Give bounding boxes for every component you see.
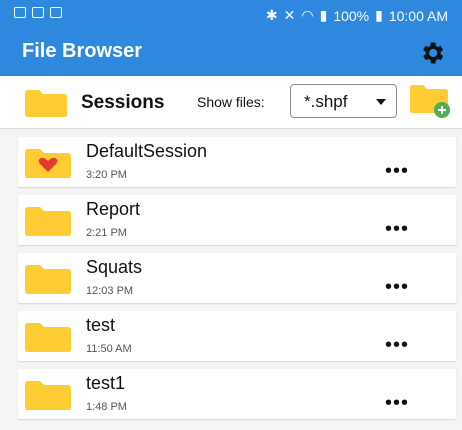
show-files-label: Show files: <box>197 94 265 110</box>
more-icon[interactable]: ••• <box>385 393 409 413</box>
list-item[interactable]: Squats 12:03 PM ••• <box>18 253 456 303</box>
list-item[interactable]: DefaultSession 3:20 PM ••• <box>18 137 456 187</box>
file-time: 1:48 PM <box>86 401 127 413</box>
file-list: DefaultSession 3:20 PM ••• Report 2:21 P… <box>18 137 456 427</box>
gear-icon[interactable] <box>418 39 446 67</box>
bluetooth-icon: ✱ <box>265 7 278 23</box>
gallery-icon <box>32 7 44 18</box>
more-icon[interactable]: ••• <box>385 277 409 297</box>
battery-percent: 100% <box>333 7 370 24</box>
app-title: File Browser <box>22 40 143 62</box>
file-time: 2:21 PM <box>86 227 127 239</box>
folder-icon <box>25 323 71 352</box>
file-name: test1 <box>86 373 126 393</box>
notification-icon <box>50 7 62 18</box>
status-bar: ✱ ✕ ◠ ▮ 100% ▮ 10:00 AM <box>0 0 462 30</box>
file-time: 12:03 PM <box>86 285 134 297</box>
app-bar: File Browser <box>0 30 462 76</box>
list-item[interactable]: Report 2:21 PM ••• <box>18 195 456 245</box>
more-icon[interactable]: ••• <box>385 161 409 181</box>
file-name: Squats <box>86 257 143 277</box>
clock: 10:00 AM <box>388 7 448 24</box>
notification-icons <box>14 7 62 18</box>
list-item[interactable]: test1 1:48 PM ••• <box>18 369 456 419</box>
mute-icon: ✕ <box>283 7 296 23</box>
folder-icon <box>25 381 71 410</box>
folder-icon <box>25 265 71 294</box>
wifi-icon: ◠ <box>301 7 314 23</box>
signal-icon: ▮ <box>319 7 328 23</box>
folder-bar: Sessions Show files: *.shpf <box>0 76 462 129</box>
file-name: Report <box>86 199 141 219</box>
file-name: test <box>86 315 116 335</box>
status-right: ✱ ✕ ◠ ▮ 100% ▮ 10:00 AM <box>266 7 448 24</box>
file-filter-select[interactable]: *.shpf <box>290 84 397 118</box>
folder-icon <box>25 207 71 236</box>
battery-icon: ▮ <box>375 7 383 23</box>
file-time: 3:20 PM <box>86 169 127 181</box>
file-time: 11:50 AM <box>86 343 132 355</box>
folder-icon <box>25 90 67 117</box>
file-name: DefaultSession <box>86 141 208 161</box>
folder-heart-icon <box>25 149 71 178</box>
notification-icon <box>14 7 26 18</box>
list-item[interactable]: test 11:50 AM ••• <box>18 311 456 361</box>
folder-add-icon[interactable] <box>410 84 452 118</box>
chevron-down-icon <box>376 99 386 105</box>
file-filter-value: *.shpf <box>304 92 348 111</box>
more-icon[interactable]: ••• <box>385 335 409 355</box>
current-folder-name: Sessions <box>81 92 165 113</box>
more-icon[interactable]: ••• <box>385 219 409 239</box>
